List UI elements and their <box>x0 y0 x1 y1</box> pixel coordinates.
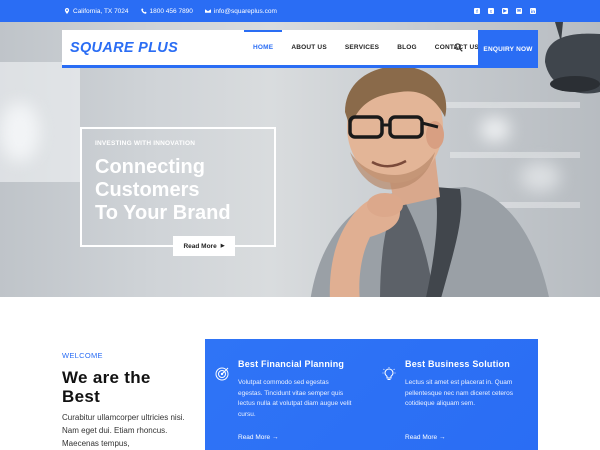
desk-lamp-image <box>545 22 600 94</box>
hero-headline-line: To Your Brand <box>95 202 231 224</box>
location-info: California, TX 7024 <box>64 8 129 15</box>
service-title: Best Business Solution <box>405 359 510 369</box>
nav-item-about-us[interactable]: ABOUT US <box>282 30 336 65</box>
linkedin-icon[interactable]: in <box>530 8 536 14</box>
hero-read-more-label: Read More <box>183 242 217 250</box>
facebook-icon[interactable]: f <box>474 8 480 14</box>
caret-right-icon: ▶ <box>220 243 225 249</box>
location-pin-icon <box>64 8 70 14</box>
search-icon[interactable] <box>454 43 463 52</box>
service-text: Volutpat commodo sed egestas egestas. Ti… <box>238 379 352 418</box>
phone-icon <box>140 8 147 14</box>
phone-info[interactable]: 1800 456 7890 <box>140 7 193 15</box>
main-navbar: SQUARE PLUS HOME ABOUT US SERVICES BLOG … <box>62 30 538 68</box>
hero-read-more-button[interactable]: Read More ▶ <box>173 236 235 256</box>
nav-item-home[interactable]: HOME <box>244 30 283 65</box>
service-read-more-link[interactable]: Read More → <box>238 434 278 441</box>
top-contact-bar: California, TX 7024 1800 456 7890 info@s… <box>0 0 600 22</box>
welcome-title: We are the Best <box>62 368 151 406</box>
nav-item-blog[interactable]: BLOG <box>388 30 426 65</box>
service-read-more-link[interactable]: Read More → <box>405 434 445 441</box>
envelope-icon <box>204 9 211 13</box>
phone-text: 1800 456 7890 <box>149 7 193 15</box>
service-title: Best Financial Planning <box>238 359 345 369</box>
enquiry-now-button[interactable]: ENQUIRY NOW <box>478 30 538 68</box>
hero-headline-line: Customers <box>95 179 200 201</box>
site-logo[interactable]: SQUARE PLUS <box>70 40 178 56</box>
twitter-icon[interactable]: t <box>488 8 494 14</box>
main-menu: HOME ABOUT US SERVICES BLOG CONTACT US <box>244 30 488 65</box>
youtube-icon[interactable]: ▶ <box>502 8 508 14</box>
lightbulb-icon <box>382 367 396 380</box>
welcome-label: WELCOME <box>62 351 103 360</box>
email-text: info@squareplus.com <box>213 7 277 15</box>
service-text: Lectus sit amet est placerat in. Quam pe… <box>405 379 514 407</box>
mail-icon[interactable]: ✉ <box>516 8 522 14</box>
contact-info: California, TX 7024 1800 456 7890 info@s… <box>64 0 277 22</box>
welcome-text: Curabitur ullamcorper ultricies nisi. Na… <box>62 413 185 448</box>
nav-item-services[interactable]: SERVICES <box>336 30 388 65</box>
location-text: California, TX 7024 <box>73 7 129 15</box>
email-info[interactable]: info@squareplus.com <box>204 7 277 15</box>
target-icon <box>215 367 229 381</box>
businessman-photo <box>310 66 549 297</box>
social-links: f t ▶ ✉ in <box>474 0 536 22</box>
hero-eyebrow: INVESTING WITH INNOVATION <box>95 140 196 147</box>
hero-headline: Connecting Customers To Your Brand <box>95 156 285 225</box>
services-panel: Best Financial Planning Volutpat commodo… <box>205 339 538 450</box>
hero-headline-line: Connecting <box>95 156 205 178</box>
bg-window <box>0 102 40 162</box>
